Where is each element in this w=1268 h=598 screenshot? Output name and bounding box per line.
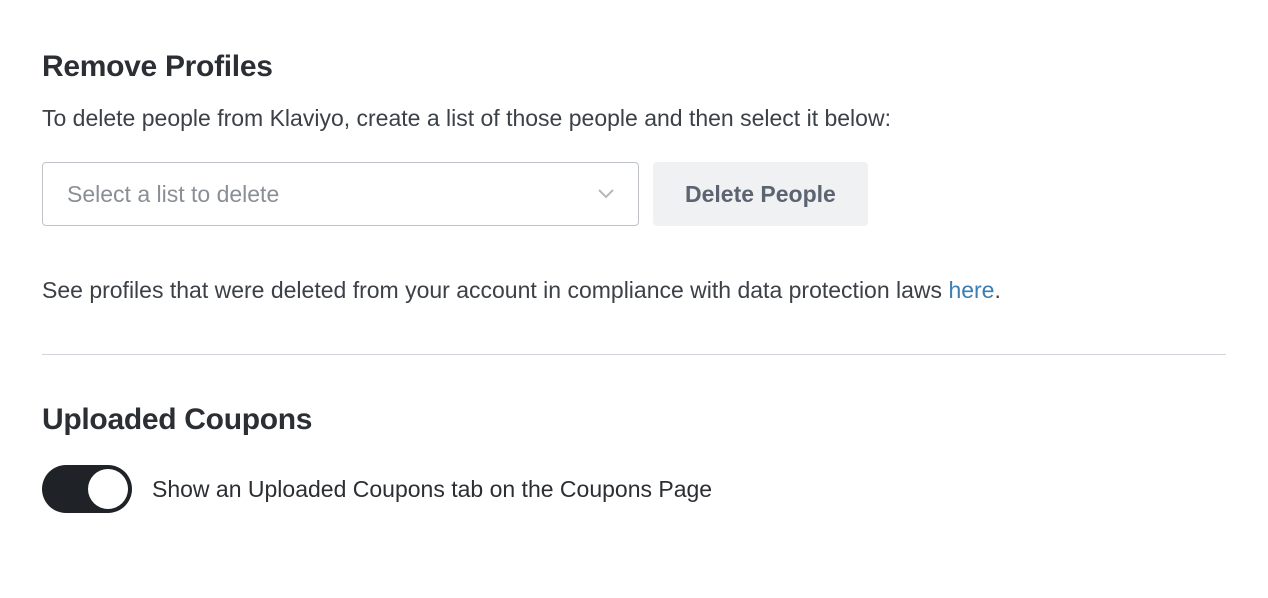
- remove-profiles-section: Remove Profiles To delete people from Kl…: [42, 50, 1226, 306]
- remove-profiles-description: To delete people from Klaviyo, create a …: [42, 102, 1226, 134]
- list-select-placeholder: Select a list to delete: [67, 181, 279, 208]
- deleted-profiles-info: See profiles that were deleted from your…: [42, 274, 1226, 306]
- remove-profiles-title: Remove Profiles: [42, 50, 1226, 84]
- section-divider: [42, 354, 1226, 355]
- uploaded-coupons-title: Uploaded Coupons: [42, 403, 1226, 437]
- delete-people-button[interactable]: Delete People: [653, 162, 868, 226]
- delete-controls-row: Select a list to delete Delete People: [42, 162, 1226, 226]
- info-prefix: See profiles that were deleted from your…: [42, 277, 948, 303]
- uploaded-coupons-section: Uploaded Coupons Show an Uploaded Coupon…: [42, 403, 1226, 513]
- coupons-toggle-label: Show an Uploaded Coupons tab on the Coup…: [152, 476, 712, 503]
- list-select-wrapper: Select a list to delete: [42, 162, 639, 226]
- coupons-toggle-row: Show an Uploaded Coupons tab on the Coup…: [42, 465, 1226, 513]
- deleted-profiles-link[interactable]: here: [948, 277, 994, 303]
- toggle-knob: [88, 469, 128, 509]
- info-suffix: .: [994, 277, 1000, 303]
- chevron-down-icon: [598, 189, 614, 199]
- list-select[interactable]: Select a list to delete: [42, 162, 639, 226]
- coupons-toggle[interactable]: [42, 465, 132, 513]
